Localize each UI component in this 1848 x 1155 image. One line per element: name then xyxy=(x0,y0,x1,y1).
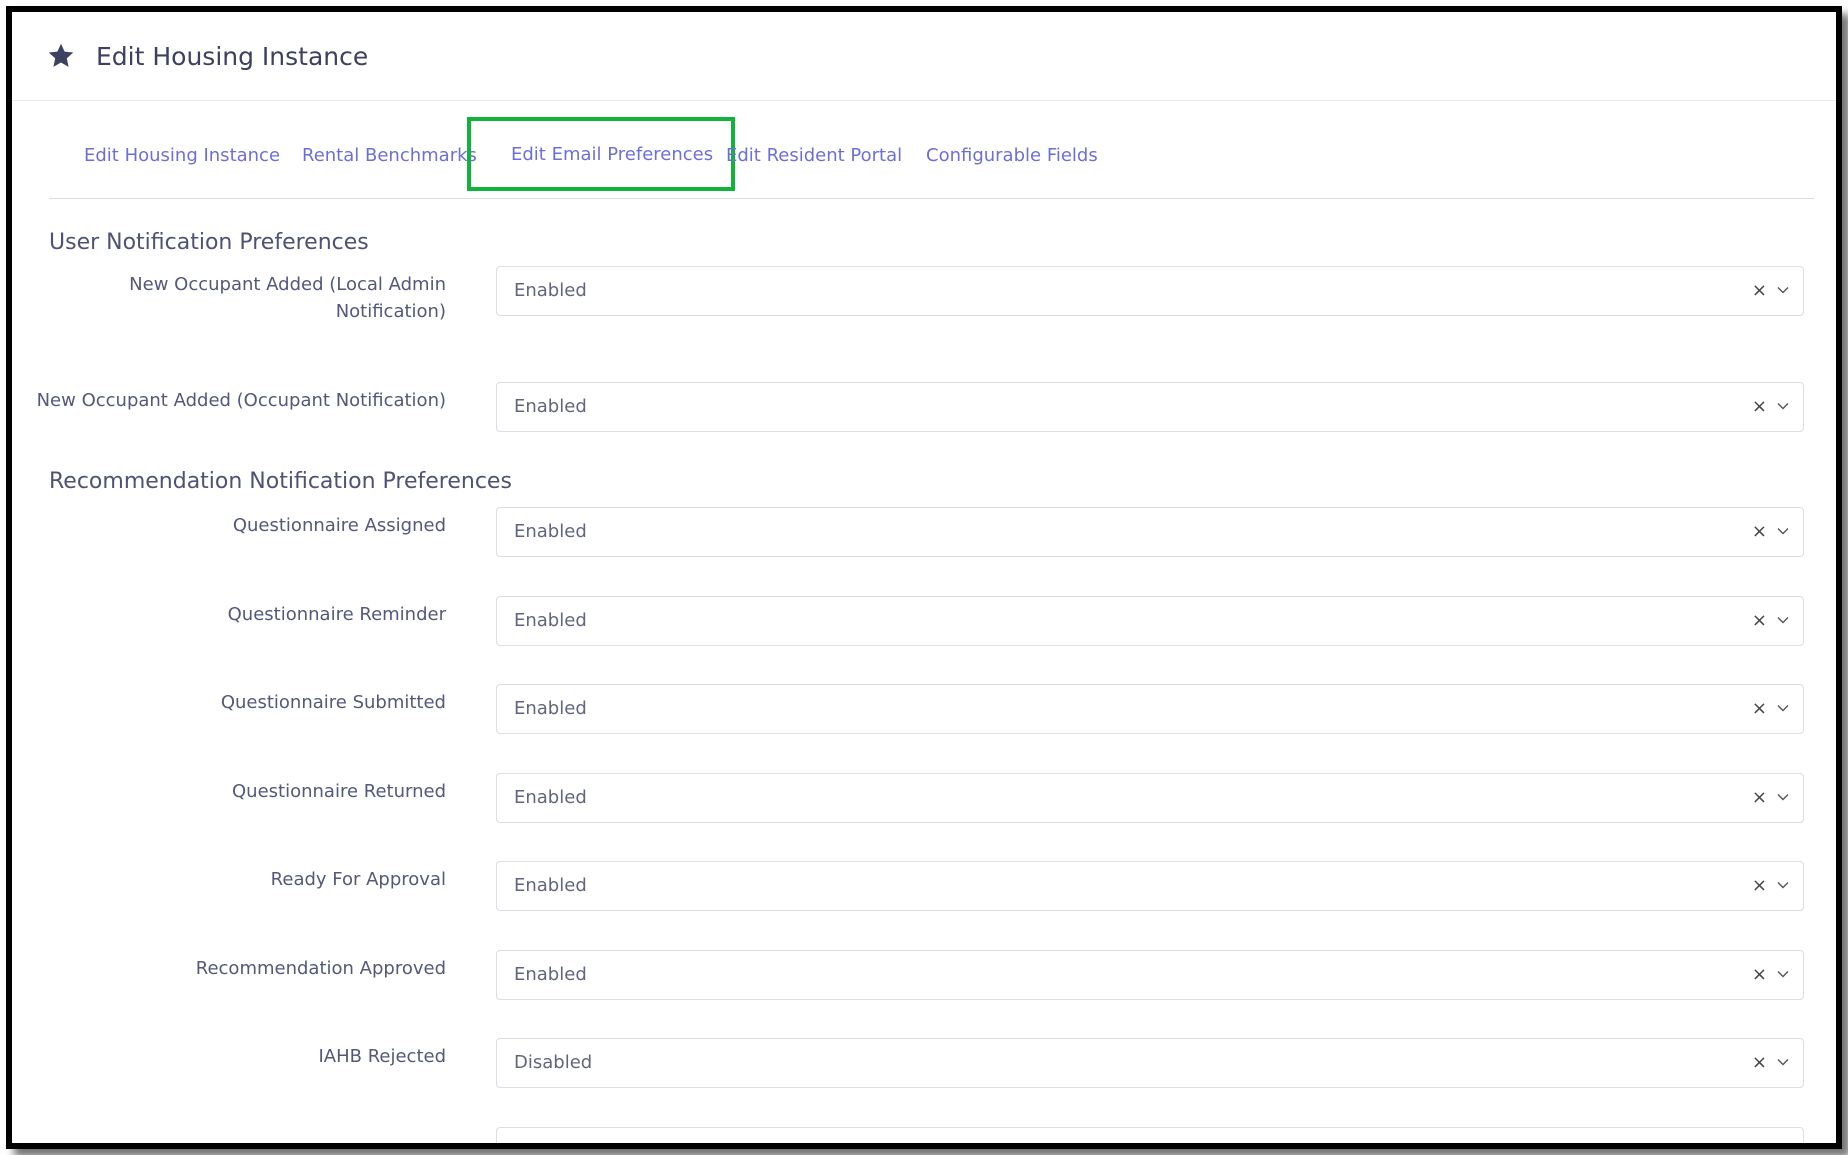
select-value: Enabled xyxy=(514,521,587,542)
app-window: Edit Housing Instance Edit Housing Insta… xyxy=(6,6,1842,1149)
preference-select[interactable]: Enabled × xyxy=(496,596,1804,646)
field-label: New Occupant Added (Local Admin Notifica… xyxy=(129,274,446,322)
close-icon[interactable]: × xyxy=(1752,610,1767,631)
close-icon[interactable]: × xyxy=(1752,396,1767,417)
field-label: Questionnaire Assigned xyxy=(232,515,446,536)
tab-configurable-fields[interactable]: Configurable Fields xyxy=(926,118,1098,192)
select-value: Enabled xyxy=(514,787,587,808)
chevron-down-icon[interactable] xyxy=(1777,402,1789,411)
chevron-down-icon[interactable] xyxy=(1777,793,1789,802)
preference-select[interactable]: Enabled × xyxy=(496,684,1804,734)
field-label: Questionnaire Returned xyxy=(232,781,446,802)
chevron-down-icon[interactable] xyxy=(1777,704,1789,713)
select-value: Enabled xyxy=(514,610,587,631)
close-icon[interactable]: × xyxy=(1752,1052,1767,1073)
star-icon xyxy=(48,43,74,67)
preference-select[interactable]: Enabled × xyxy=(496,773,1804,823)
chevron-down-icon[interactable] xyxy=(1777,1058,1789,1067)
field-label: Recommendation Approved xyxy=(195,958,446,979)
select-value: Enabled xyxy=(514,698,587,719)
field-label: Questionnaire Submitted xyxy=(220,692,446,713)
tab-edit-resident-portal[interactable]: Edit Resident Portal xyxy=(726,118,902,192)
close-icon[interactable]: × xyxy=(1752,875,1767,896)
select-value: Disabled xyxy=(514,1052,593,1073)
close-icon[interactable]: × xyxy=(1752,964,1767,985)
field-label: Ready For Approval xyxy=(270,869,446,890)
page-header: Edit Housing Instance xyxy=(12,12,1836,101)
close-icon[interactable]: × xyxy=(1752,280,1767,301)
preference-select[interactable]: Enabled × xyxy=(496,266,1804,316)
chevron-down-icon[interactable] xyxy=(1777,286,1789,295)
preference-select[interactable]: Enabled × xyxy=(496,950,1804,1000)
field-label: New Occupant Added (Occupant Notificatio… xyxy=(36,390,446,411)
chevron-down-icon[interactable] xyxy=(1777,527,1789,536)
select-value: Enabled xyxy=(514,280,587,301)
field-label: Questionnaire Reminder xyxy=(227,604,446,625)
field-label: IAHB Rejected xyxy=(318,1046,446,1067)
preference-select[interactable] xyxy=(496,1127,1804,1143)
select-value: Enabled xyxy=(514,875,587,896)
section-title-recommendation-notifications: Recommendation Notification Preferences xyxy=(49,469,512,494)
tab-rental-benchmarks[interactable]: Rental Benchmarks xyxy=(302,118,477,192)
section-title-user-notifications: User Notification Preferences xyxy=(49,230,369,255)
select-value: Enabled xyxy=(514,396,587,417)
tab-edit-housing-instance[interactable]: Edit Housing Instance xyxy=(84,118,280,192)
select-value: Enabled xyxy=(514,964,587,985)
chevron-down-icon[interactable] xyxy=(1777,881,1789,890)
preference-select[interactable]: Enabled × xyxy=(496,861,1804,911)
page-title: Edit Housing Instance xyxy=(96,41,369,71)
close-icon[interactable]: × xyxy=(1752,698,1767,719)
preference-select[interactable]: Enabled × xyxy=(496,382,1804,432)
close-icon[interactable]: × xyxy=(1752,521,1767,542)
tab-edit-email-preferences[interactable]: Edit Email Preferences xyxy=(467,117,736,191)
preference-select[interactable]: Disabled × xyxy=(496,1038,1804,1088)
preference-select[interactable]: Enabled × xyxy=(496,507,1804,557)
close-icon[interactable]: × xyxy=(1752,787,1767,808)
chevron-down-icon[interactable] xyxy=(1777,970,1789,979)
tab-bar: Edit Housing Instance Rental Benchmarks … xyxy=(49,117,1814,199)
chevron-down-icon[interactable] xyxy=(1777,616,1789,625)
